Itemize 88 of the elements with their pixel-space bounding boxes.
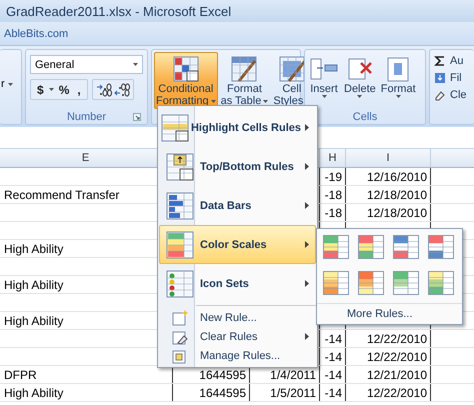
table-cell: Recommend Transfer xyxy=(4,188,120,202)
decrease-decimal-icon[interactable] xyxy=(114,82,130,96)
conditional-formatting-icon xyxy=(170,55,201,83)
data-bars-icon xyxy=(166,192,194,220)
menu-item[interactable]: Highlight Cells Rules xyxy=(159,108,316,147)
percent-button[interactable]: % xyxy=(56,82,72,96)
table-cell: High Ability xyxy=(4,278,64,292)
caret-icon xyxy=(133,63,138,66)
color-scale-option[interactable] xyxy=(393,271,419,295)
table-cell: -14 xyxy=(324,332,342,346)
icon-sets-icon xyxy=(166,270,194,298)
column-header[interactable]: H xyxy=(320,149,346,167)
submenu-arrow-icon xyxy=(305,124,309,131)
column-header[interactable]: I xyxy=(346,149,431,167)
highlight-rules-icon xyxy=(161,114,190,142)
table-cell: 12/18/2010 xyxy=(366,188,427,202)
caret-icon xyxy=(357,95,362,98)
top-bottom-icon xyxy=(166,152,194,180)
fill-down-icon xyxy=(434,72,446,84)
submenu-arrow-icon xyxy=(305,163,309,170)
table-cell: 1/5/2011 xyxy=(270,386,316,400)
table-cell: 1644595 xyxy=(199,368,246,382)
format-table-icon xyxy=(229,55,260,83)
currency-button[interactable]: $ xyxy=(34,82,47,96)
autosum-button[interactable]: Au xyxy=(434,54,470,68)
caret-icon xyxy=(263,100,268,102)
caret-icon xyxy=(322,95,326,98)
comma-button[interactable]: , xyxy=(74,82,84,96)
color-scale-option[interactable] xyxy=(428,271,454,295)
table-cell: -19 xyxy=(324,170,342,184)
color-scale-option[interactable] xyxy=(393,235,419,259)
sigma-icon xyxy=(434,55,446,67)
table-cell: 12/22/2010 xyxy=(366,350,427,364)
insert-button[interactable]: Insert xyxy=(307,52,341,100)
table-cell: -14 xyxy=(324,386,342,400)
submenu-arrow-icon xyxy=(305,280,309,287)
menu-item[interactable]: Color Scales xyxy=(159,225,316,264)
table-cell: 1/4/2011 xyxy=(270,368,316,382)
table-cell: 12/18/2010 xyxy=(366,206,427,220)
fill-button[interactable]: Fil xyxy=(434,71,470,85)
number-format-dropdown[interactable]: General xyxy=(30,55,143,74)
delete-button[interactable]: Delete xyxy=(342,52,378,100)
format-button[interactable]: Format xyxy=(378,52,418,100)
menu-item[interactable]: Manage Rules... xyxy=(159,346,316,365)
ribbon-tab[interactable]: AbleBits.com xyxy=(4,28,68,40)
table-cell: -14 xyxy=(324,350,342,364)
caret-icon xyxy=(396,95,401,98)
manage-rules-icon xyxy=(172,348,188,364)
table-cell: High Ability xyxy=(4,314,64,328)
color-scale-option[interactable] xyxy=(358,235,384,259)
menu-item[interactable]: New Rule... xyxy=(159,308,316,327)
submenu-arrow-icon xyxy=(305,333,309,340)
table-cell: 12/22/2010 xyxy=(366,332,427,346)
table-cell: 1644595 xyxy=(199,386,246,400)
table-cell: 12/22/2010 xyxy=(366,386,427,400)
conditional-formatting-button[interactable]: Conditional Formatting xyxy=(154,52,218,109)
color-scale-option[interactable] xyxy=(323,271,349,295)
clear-rules-icon xyxy=(172,328,188,344)
caret-icon xyxy=(210,100,216,102)
menu-item[interactable]: Icon Sets xyxy=(159,264,316,303)
color-scale-option[interactable] xyxy=(323,235,349,259)
color-scales-icon xyxy=(166,230,194,258)
table-cell: 12/21/2010 xyxy=(366,368,427,382)
caret-icon xyxy=(8,82,13,86)
clear-button[interactable]: Cle xyxy=(434,88,470,102)
table-cell: DFPR xyxy=(4,368,37,382)
menu-item[interactable]: Data Bars xyxy=(159,186,316,225)
table-cell: 12/16/2010 xyxy=(366,170,427,184)
caret-icon xyxy=(48,88,54,91)
cell-styles-icon xyxy=(276,55,307,83)
window-title: GradReader2011.xlsx - Microsoft Excel xyxy=(6,4,232,18)
eraser-icon xyxy=(434,89,446,101)
menu-item[interactable]: Clear Rules xyxy=(159,327,316,346)
submenu-arrow-icon xyxy=(305,202,309,209)
dialog-launcher-icon[interactable] xyxy=(133,112,141,120)
color-scale-option[interactable] xyxy=(358,271,384,295)
table-cell: High Ability xyxy=(4,242,64,256)
increase-decimal-icon[interactable] xyxy=(96,82,112,96)
table-cell: -14 xyxy=(324,368,342,382)
table-cell: -18 xyxy=(324,206,342,220)
color-scale-option[interactable] xyxy=(428,235,454,259)
group-label: Cells xyxy=(352,110,378,122)
submenu-arrow-icon xyxy=(305,241,309,248)
partial-button[interactable]: r xyxy=(1,78,5,90)
table-cell: -18 xyxy=(324,188,342,202)
menu-item[interactable]: More Rules... xyxy=(317,303,462,324)
group-label: Number xyxy=(66,110,106,122)
table-cell: High Ability xyxy=(4,386,64,400)
